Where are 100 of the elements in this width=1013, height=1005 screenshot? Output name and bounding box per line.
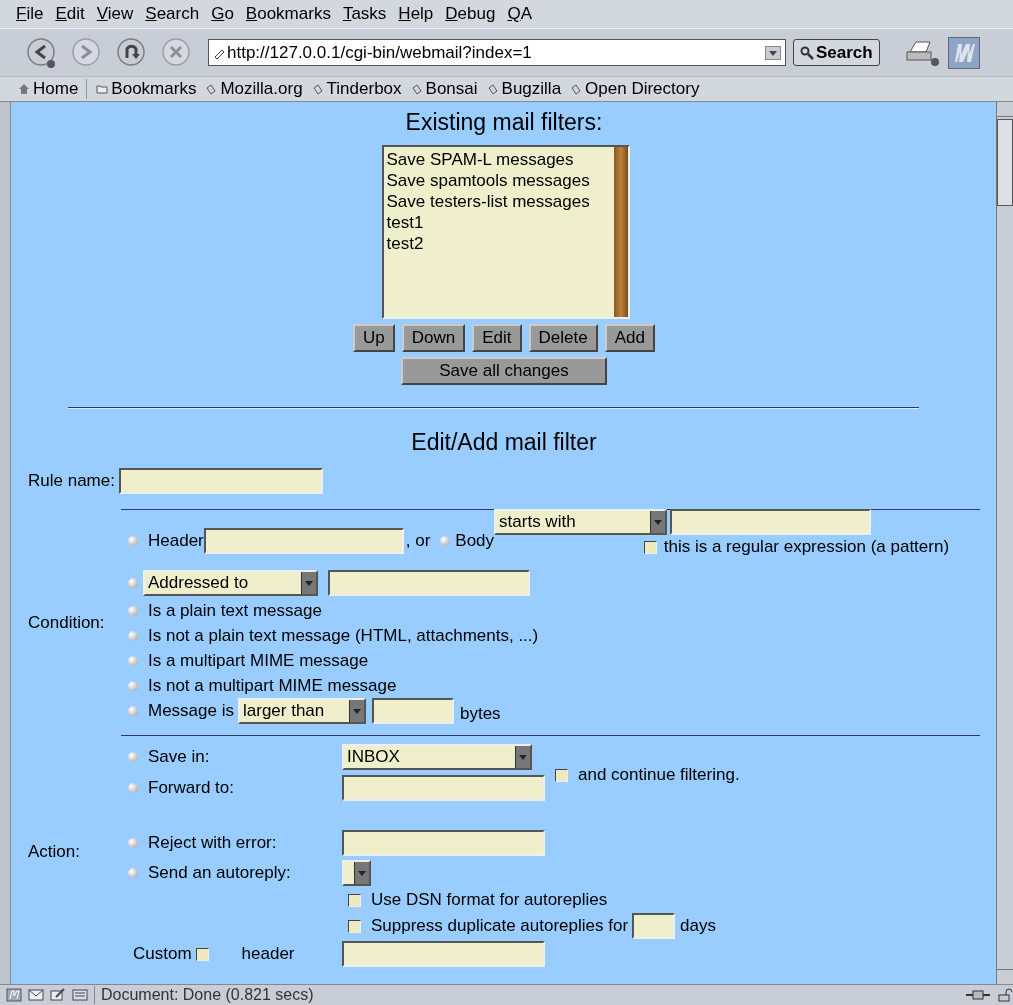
bookmark-item[interactable]: Home <box>18 79 88 99</box>
radio-button[interactable] <box>128 605 138 616</box>
caret-icon <box>515 746 530 768</box>
bookmark-item[interactable]: Bonsai <box>410 79 478 99</box>
body-field[interactable] <box>670 509 872 535</box>
radio-button[interactable] <box>128 783 138 793</box>
option-label: Is a plain text message <box>148 600 322 621</box>
size-select[interactable]: larger than <box>238 698 366 724</box>
radio-button[interactable] <box>128 578 138 588</box>
radio-button[interactable] <box>128 706 138 716</box>
save-button[interactable]: Save all changes <box>401 357 607 385</box>
search-icon <box>800 45 814 60</box>
menu-item[interactable]: Go <box>211 4 234 24</box>
menu-item[interactable]: Search <box>145 4 200 24</box>
caret-icon <box>301 572 316 594</box>
compose-icon[interactable] <box>50 988 66 1002</box>
radio-button[interactable] <box>128 868 138 878</box>
browser-icon[interactable] <box>6 988 22 1002</box>
size-field[interactable] <box>372 698 454 724</box>
filter-button[interactable]: Edit <box>472 324 522 352</box>
filter-button[interactable]: Delete <box>528 324 598 352</box>
filter-button[interactable]: Down <box>401 324 466 352</box>
scrollbar[interactable] <box>996 102 1013 984</box>
home-icon <box>18 83 30 95</box>
filter-option[interactable]: Save spamtools messages <box>386 170 611 191</box>
checkbox[interactable] <box>643 540 657 554</box>
bookmark-item[interactable]: Open Directory <box>570 79 700 99</box>
checkbox[interactable] <box>348 919 361 933</box>
menu-item[interactable]: View <box>96 4 134 24</box>
menu-item[interactable]: QA <box>507 4 532 24</box>
connection-icon <box>965 988 991 1002</box>
radio-button[interactable] <box>128 655 138 666</box>
editor-icon[interactable] <box>72 988 88 1002</box>
filter-option[interactable]: test1 <box>386 212 611 233</box>
forward-field[interactable] <box>342 775 545 801</box>
radio-button[interactable] <box>128 630 138 641</box>
mail-icon[interactable] <box>28 988 44 1002</box>
option-label: , or <box>405 531 431 551</box>
checkbox-label: Suppress duplicate autoreplies for <box>371 916 629 936</box>
menu-item[interactable]: Help <box>398 4 434 24</box>
checkbox-label: Use DSN format for autoreplies <box>371 890 608 910</box>
menu-item[interactable]: Tasks <box>342 4 387 24</box>
sidebar-grip[interactable] <box>0 102 11 984</box>
radio-button[interactable] <box>128 838 138 848</box>
option-label: Forward to: <box>148 778 234 798</box>
address-select[interactable]: Addressed to <box>143 570 318 596</box>
status-text: Document: Done (0.821 secs) <box>94 986 314 1004</box>
header-field[interactable] <box>342 941 545 967</box>
header-field[interactable] <box>203 528 404 554</box>
option-label: header <box>241 944 295 964</box>
checkbox-label: this is a regular expression (a pattern) <box>663 537 950 557</box>
address-field[interactable] <box>328 570 530 596</box>
checkbox[interactable] <box>348 893 361 907</box>
option-label: Is not a multipart MIME message <box>148 675 397 696</box>
days-field[interactable] <box>632 913 676 939</box>
back-icon[interactable] <box>26 36 58 69</box>
unit-label: days <box>680 916 716 936</box>
menu-item[interactable]: Edit <box>55 4 85 24</box>
option-label: Reject with error: <box>148 833 277 853</box>
option-label: Is not a plain text message (HTML, attachments, ...) <box>148 625 539 646</box>
checkbox[interactable] <box>555 768 568 782</box>
radio-button[interactable] <box>440 536 451 546</box>
filter-option[interactable]: Save testers-list messages <box>386 191 611 212</box>
address-field[interactable]: http://127.0.0.1/cgi-bin/webmail?index=1 <box>208 39 786 66</box>
menu-item[interactable]: Debug <box>445 4 496 24</box>
scroll-thumb[interactable] <box>997 119 1013 206</box>
radio-button[interactable] <box>128 752 138 762</box>
checkbox[interactable] <box>195 947 209 961</box>
filter-list[interactable]: Save SPAM-L messages Save spamtools messages Save testers-list messages test1 test2 <box>381 145 630 319</box>
filter-button[interactable]: Add <box>604 324 655 352</box>
option-label: Send an autoreply: <box>148 863 291 883</box>
bookmark-item[interactable]: Bookmarks <box>96 79 197 99</box>
radio-button[interactable] <box>128 536 138 546</box>
reload-icon[interactable] <box>116 36 148 69</box>
scrollbar[interactable] <box>613 147 628 317</box>
option-label: Save in: <box>148 747 210 767</box>
search-button[interactable]: Search <box>793 39 880 66</box>
dropdown-icon[interactable] <box>765 45 781 60</box>
rule-name-field[interactable] <box>118 468 323 494</box>
bookmark-item[interactable]: Mozilla.org <box>205 79 303 99</box>
bookmark-item[interactable]: Tinderbox <box>311 79 402 99</box>
menu-item[interactable]: Bookmarks <box>245 4 331 24</box>
unit-label: bytes <box>460 704 501 724</box>
filter-button[interactable]: Up <box>353 324 395 352</box>
error-field[interactable] <box>342 830 545 856</box>
bookmark-icon <box>311 83 324 95</box>
autoreply-select[interactable] <box>342 860 371 886</box>
logo-icon[interactable] <box>947 36 980 69</box>
menu-item[interactable]: File <box>16 4 44 24</box>
option-label: Is a multipart MIME message <box>148 650 369 671</box>
radio-button[interactable] <box>128 680 138 691</box>
section-label: Action: <box>28 841 80 862</box>
filter-option[interactable]: test2 <box>386 233 611 254</box>
filter-option[interactable]: Save SPAM-L messages <box>386 149 611 170</box>
bookmark-item[interactable]: Bugzilla <box>486 79 562 99</box>
bookmark-icon <box>486 83 499 95</box>
match-select[interactable]: starts with <box>494 509 668 535</box>
field-label: Rule name: <box>28 471 115 491</box>
section-title: Existing mail filters: <box>404 108 604 136</box>
folder-select[interactable]: INBOX <box>342 744 532 770</box>
